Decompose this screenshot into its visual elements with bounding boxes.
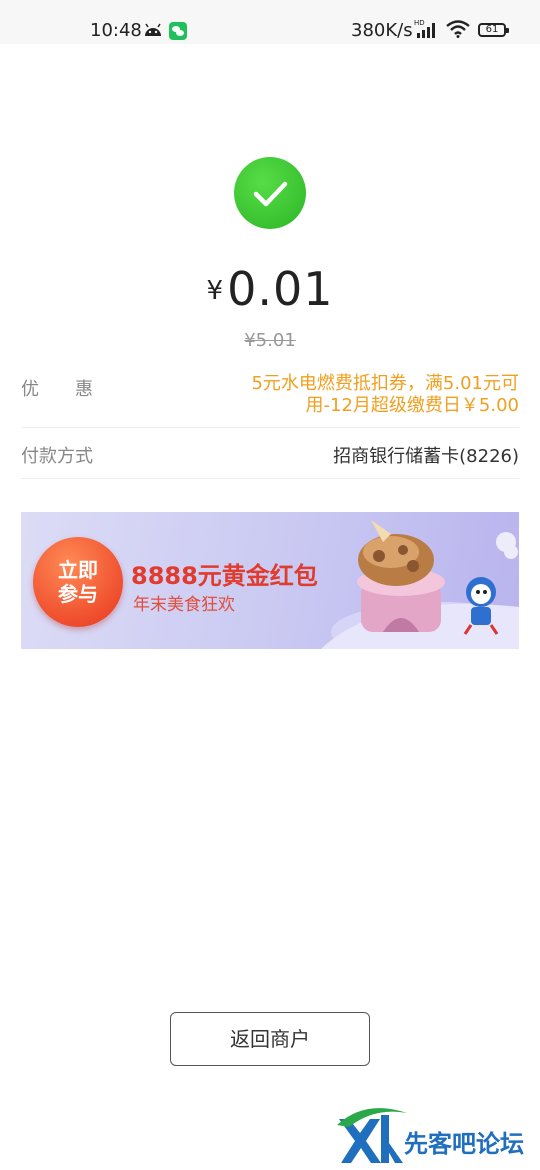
discount-label: 优 惠 — [21, 379, 93, 400]
join-now-label: 立即参与 — [58, 558, 98, 606]
payment-result-page: 10:48 380K/s HD 61 ¥0.01 ¥5.01 优 惠 5元水电燃… — [0, 0, 540, 1170]
payment-method-row: 付款方式 招商银行储蓄卡(8226) — [21, 428, 519, 479]
amount-value: 0.01 — [227, 262, 334, 316]
return-to-merchant-button[interactable]: 返回商户 — [170, 1012, 370, 1066]
banner-subtitle: 年末美食狂欢 — [133, 595, 235, 615]
join-now-button[interactable]: 立即参与 — [33, 537, 123, 627]
currency-symbol: ¥ — [206, 276, 224, 306]
status-bar: 10:48 380K/s HD 61 — [0, 0, 540, 44]
android-icon — [143, 22, 163, 41]
site-logo — [337, 1108, 407, 1163]
payment-method-value: 招商银行储蓄卡(8226) — [333, 446, 519, 467]
check-icon — [234, 157, 306, 229]
signal-icon: HD — [414, 18, 440, 44]
wifi-icon — [446, 20, 470, 42]
discount-detail: 5元水电燃费抵扣券，满5.01元可用-12月超级缴费日￥5.00 — [251, 373, 519, 416]
discount-row: 优 惠 5元水电燃费抵扣券，满5.01元可用-12月超级缴费日￥5.00 — [21, 367, 519, 428]
banner-title: 8888元黄金红包 — [131, 562, 318, 590]
banner-illustration — [321, 520, 519, 649]
original-amount: ¥5.01 — [244, 330, 296, 351]
status-time: 10:48 — [90, 20, 142, 41]
paid-amount: ¥0.01 — [0, 262, 540, 316]
wechat-icon — [169, 22, 187, 40]
payment-method-label: 付款方式 — [21, 446, 93, 467]
network-speed: 380K/s — [351, 20, 413, 41]
promo-banner[interactable]: 立即参与 8888元黄金红包 年末美食狂欢 — [21, 512, 519, 649]
battery-icon: 61 — [478, 23, 509, 37]
watermark-text: 先客吧论坛 — [404, 1129, 524, 1158]
svg-text:HD: HD — [414, 19, 425, 27]
